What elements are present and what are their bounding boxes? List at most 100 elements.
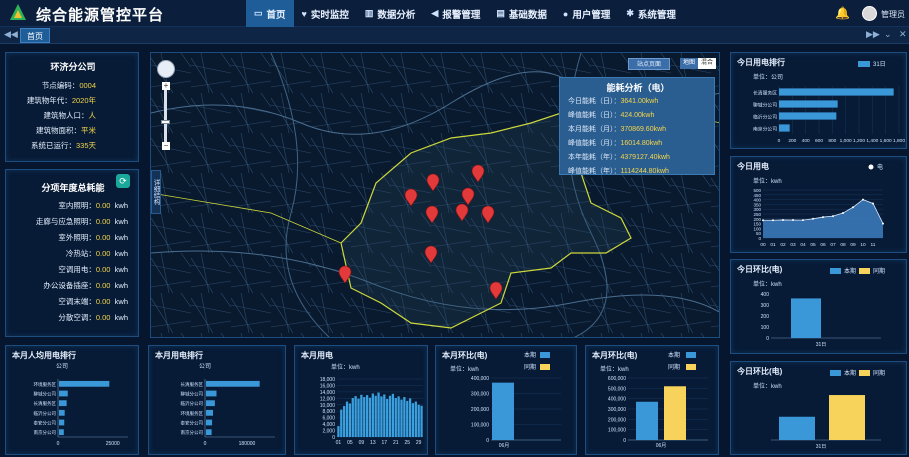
today-yoy-panel: 今日环比(电) 单位：kwh 本期 同期 31日: [730, 361, 907, 455]
map-type-map[interactable]: 地图: [680, 58, 698, 69]
bar: [417, 404, 420, 437]
energy-value: 3641.00kwh: [620, 98, 659, 105]
bar: [420, 405, 423, 437]
energy-value: 370869.60kwh: [620, 126, 667, 133]
category-label: 环境服务区: [181, 410, 204, 417]
bar: [340, 409, 343, 437]
tab-scroll-right-icon[interactable]: ▶▶: [866, 29, 880, 40]
nav-item-6[interactable]: ✱ 系统管理: [618, 0, 684, 27]
category-label: 聊城分公司: [34, 390, 57, 397]
bell-icon[interactable]: 🔔: [835, 6, 850, 20]
tab-scroll-left-icon[interactable]: ◀◀: [4, 29, 18, 40]
nav-item-0[interactable]: ▭ 首页: [246, 0, 294, 27]
today-yoy-chart: 单位：kwh 本期 同期 31日: [753, 369, 885, 450]
tick-label: 1,200: [853, 138, 865, 144]
legend-label: 电: [877, 163, 883, 171]
chart-subtitle: 单位：kwh: [753, 382, 782, 390]
y-tick-label: 4,000: [322, 422, 335, 428]
nav-item-1[interactable]: ♥ 实时监控: [294, 0, 357, 27]
energy-row: 峰值能耗（日）：424.00kwh: [568, 110, 654, 120]
pan-control[interactable]: [157, 60, 175, 78]
data-point: [862, 198, 864, 201]
category-label: 31日: [816, 342, 827, 348]
bar: [371, 393, 374, 437]
subitem-label: 冷热站：: [65, 249, 96, 258]
close-icon[interactable]: ✕: [899, 29, 907, 40]
category-label: 泰安分公司: [34, 419, 57, 426]
subitem-energy-panel: 分项年度总耗能 ⟳ 室内照明：0.00 kwh 走廊与应急照明：0.00 kwh 室…: [5, 169, 139, 337]
zoom-control[interactable]: + −: [157, 60, 175, 152]
chevron-down-icon[interactable]: ⌄: [884, 29, 892, 40]
bar: [779, 124, 790, 132]
data-point: [852, 206, 854, 209]
nav-item-3[interactable]: ◀ 报警管理: [423, 0, 488, 27]
today-use-panel: 今日用电 单位：kwh 电 500 450 400 350 300 250 200 150 100 5…: [730, 156, 907, 253]
legend-swatch: [868, 164, 874, 170]
x-tick-label: 25: [404, 440, 410, 446]
data-point: [802, 219, 804, 222]
nav-item-5[interactable]: ● 用户管理: [555, 0, 618, 27]
refresh-icon[interactable]: ⟳: [116, 174, 130, 188]
legend-label: 本期: [844, 267, 856, 275]
chart-subtitle: 单位：kwh: [331, 363, 360, 371]
category-label: 长清服务区: [34, 400, 57, 407]
nav-item-2[interactable]: ▥ 数据分析: [357, 0, 424, 27]
company-info-line: 建筑物人口：人: [0, 110, 97, 121]
energy-title: 能耗分析（电）: [606, 83, 670, 93]
chart-subtitle: 公司: [56, 363, 68, 370]
zoom-out-button[interactable]: −: [162, 142, 170, 150]
x-tick-label: 10: [860, 242, 866, 248]
bar: [380, 396, 383, 437]
legend-label: 同期: [873, 267, 885, 275]
bar: [391, 393, 395, 437]
y-tick-label: 0: [758, 236, 761, 241]
y-tick-label: 2,000: [322, 429, 335, 435]
map-type-hybrid[interactable]: 混合: [698, 58, 716, 69]
bar: [206, 409, 213, 416]
energy-row: 峰值能耗（月）：16014.80kwh: [568, 138, 662, 148]
user-name[interactable]: 管理员: [881, 9, 909, 20]
today-rank-chart: 单位：公司 31日 0 200 400 600 800 1,000 1,200 1,400 1,60…: [753, 61, 905, 144]
info-label: 建筑物人口：: [43, 111, 89, 120]
map-type-toggle[interactable]: 地图 混合: [680, 58, 716, 69]
month-mom-chart: 单位：kwh 本期同期 400,000 300,000 200,000 100,000 0 0…: [450, 351, 561, 449]
avatar[interactable]: [862, 6, 877, 21]
month-rank-panel: 本月用电排行 公司 长清服务区 聊城分公司 临沂分公司 环境服务区 泰安分公司 南京分公司 0…: [148, 345, 286, 455]
nav-item-4[interactable]: ▤ 基础数据: [488, 0, 555, 27]
bar: [400, 399, 403, 437]
zoom-slider[interactable]: [164, 90, 167, 142]
bar: [779, 112, 837, 120]
bar: [357, 398, 360, 437]
detail-structure-button[interactable]: 详细结构: [151, 170, 161, 214]
y-tick-label: 100,000: [471, 423, 489, 429]
tick-label: 400: [802, 138, 810, 144]
y-tick-label: 300,000: [608, 407, 626, 413]
chart-subtitle: 公司: [199, 363, 211, 370]
main-nav: ▭ 首页 ♥ 实时监控 ▥ 数据分析 ◀ 报警管理 ▤ 基础数据 ● 用户管理 ✱ 系统管理: [246, 0, 684, 27]
y-tick-label: 300,000: [471, 392, 489, 398]
zoom-slider-handle[interactable]: [161, 120, 170, 124]
station-page-button[interactable]: 站点页面: [628, 58, 670, 70]
subitem-unit: kwh: [114, 201, 128, 210]
bar: [354, 396, 357, 437]
data-point: [832, 215, 834, 218]
nav-item-label: 数据分析: [377, 9, 416, 21]
subitem-value: 0.00: [95, 233, 111, 242]
bar: [59, 409, 65, 416]
tick-label: 0: [204, 441, 207, 447]
x-tick-label: 29: [416, 440, 422, 446]
subitem-label: 空调用电：: [58, 265, 96, 274]
x-tick-label: 17: [382, 440, 388, 446]
bar: [779, 416, 815, 440]
tick-label: 180000: [239, 441, 256, 447]
tab-home[interactable]: 首页: [20, 28, 50, 43]
legend-swatch: [540, 352, 550, 358]
zoom-in-button[interactable]: +: [162, 82, 170, 90]
category-label: 临沂分公司: [34, 410, 57, 417]
top-bar: 综合能源管控平台 ▭ 首页 ♥ 实时监控 ▥ 数据分析 ◀ 报警管理 ▤ 基础数据 ● 用户管理 ✱ 系统…: [0, 0, 909, 27]
info-value: 335天: [75, 141, 96, 150]
y-tick-label: 10,000: [320, 403, 336, 409]
bar: [360, 394, 363, 437]
category-label: 临沂分公司: [753, 113, 777, 120]
bar: [59, 429, 64, 436]
